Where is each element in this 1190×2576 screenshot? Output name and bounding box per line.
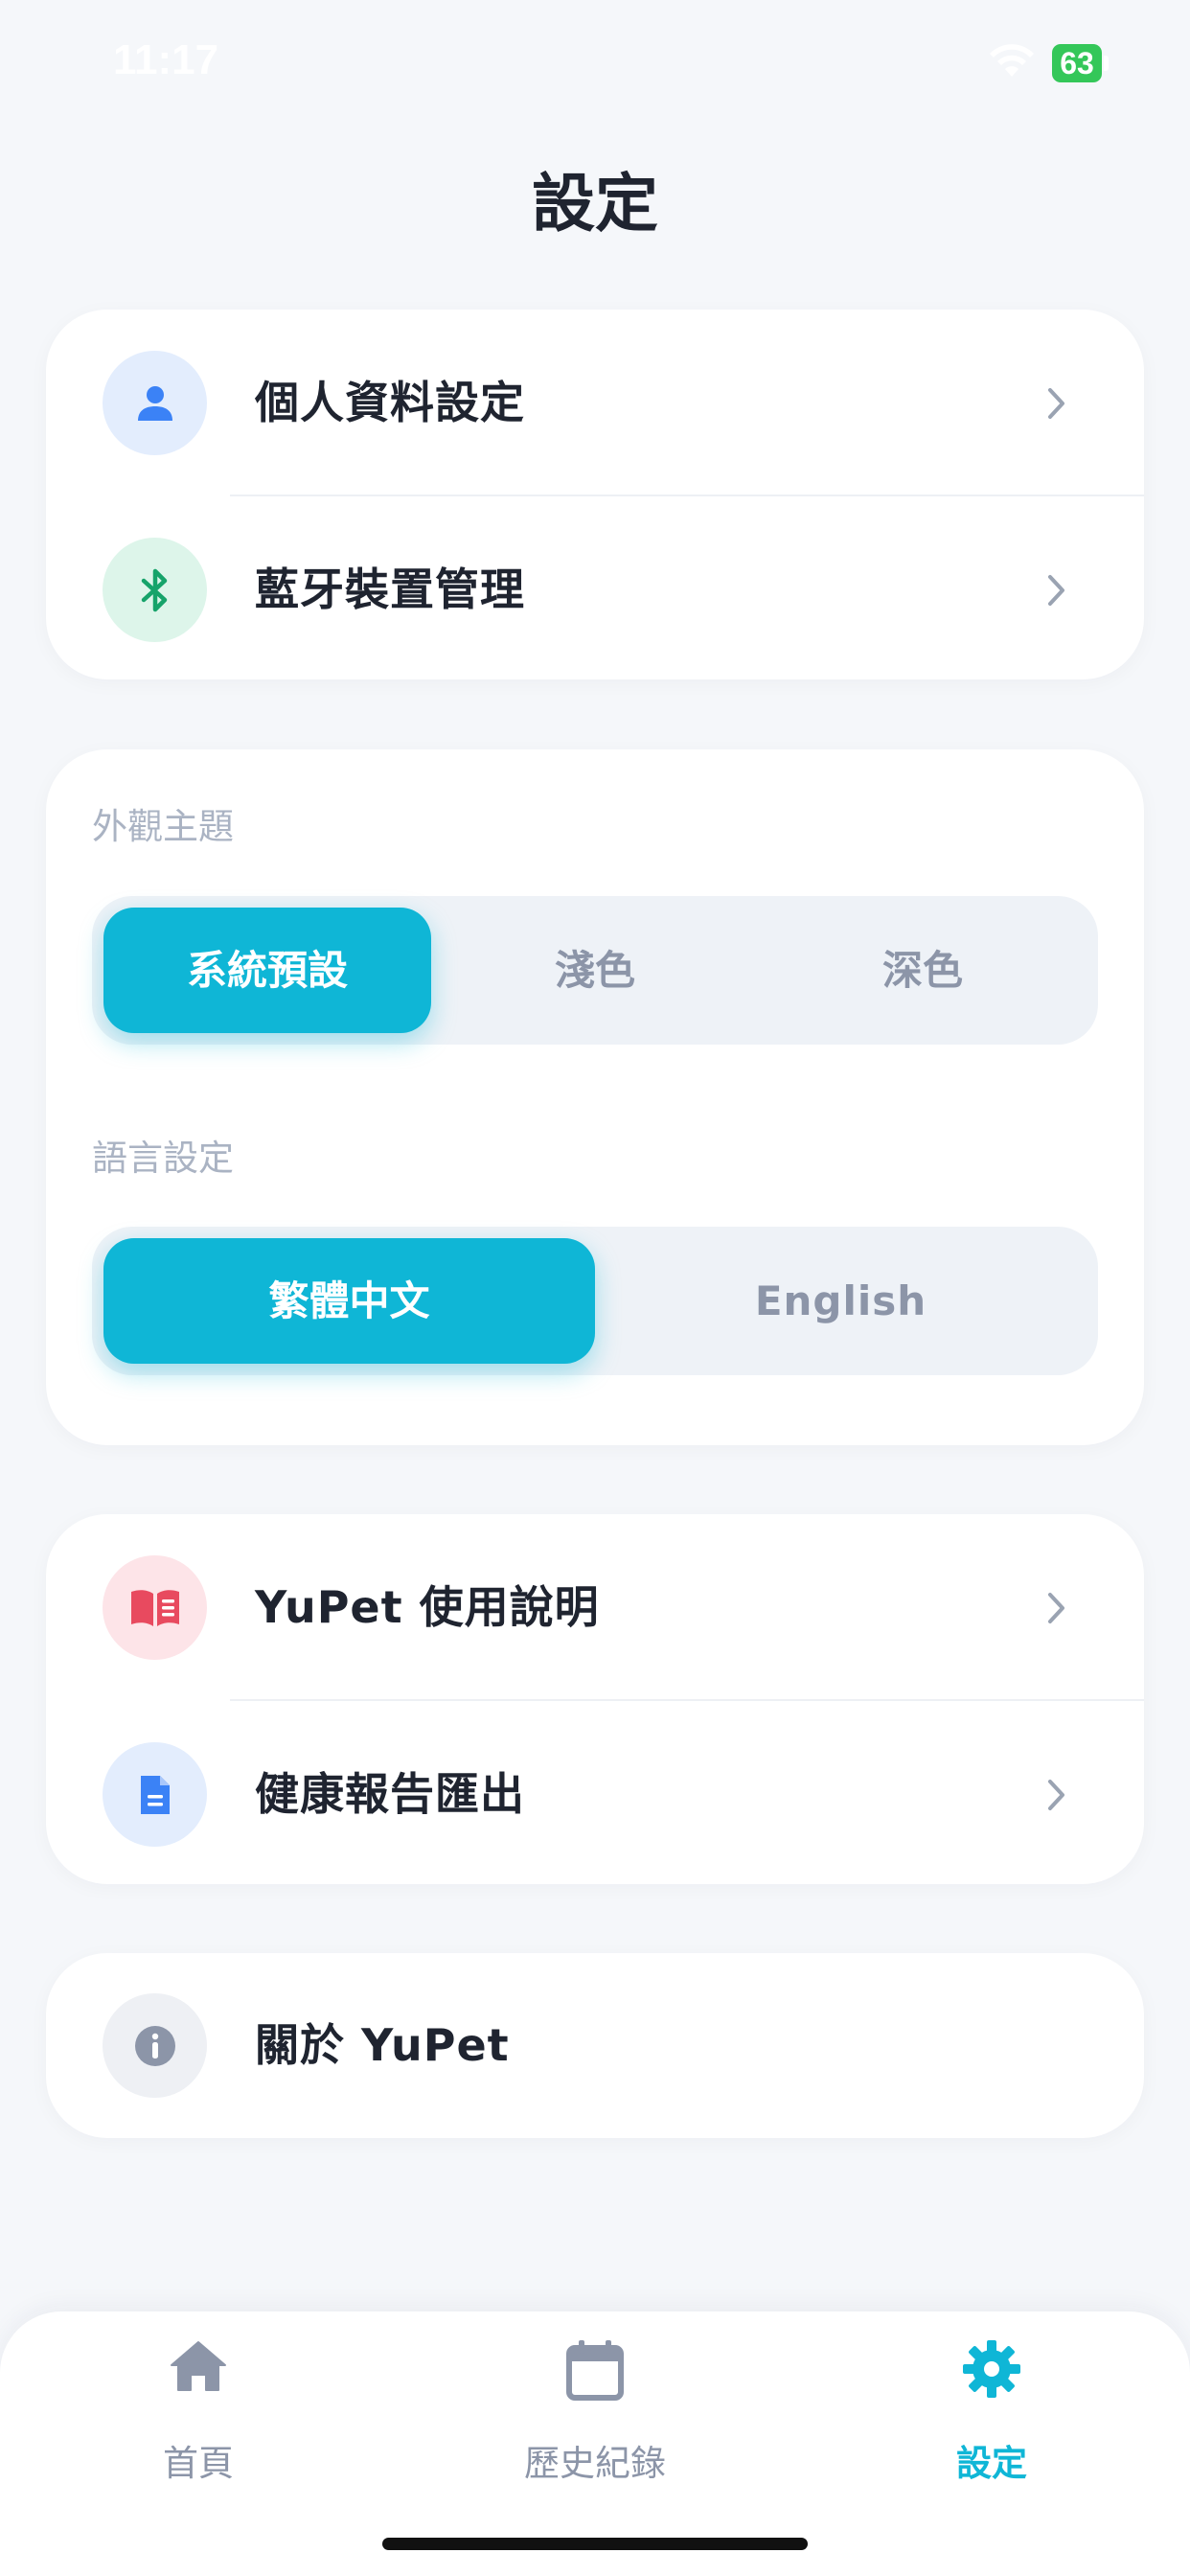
info-card: YuPet 使用說明 健康報告匯出 bbox=[46, 1514, 1144, 1884]
user-guide-label: YuPet 使用說明 bbox=[255, 1581, 600, 1633]
account-card: 個人資料設定 藍牙裝置管理 bbox=[46, 310, 1144, 679]
appearance-option-dark[interactable]: 深色 bbox=[759, 908, 1087, 1033]
chevron-right-icon bbox=[1048, 1593, 1064, 1623]
user-guide-row[interactable]: YuPet 使用說明 bbox=[46, 1514, 1144, 1701]
person-icon bbox=[137, 385, 172, 421]
appearance-option-light[interactable]: 淺色 bbox=[431, 908, 759, 1033]
bluetooth-icon-circle bbox=[103, 538, 207, 642]
profile-settings-label: 個人資料設定 bbox=[255, 377, 525, 428]
about-card: 關於 YuPet bbox=[46, 1953, 1144, 2138]
tab-home-label: 首頁 bbox=[163, 2443, 234, 2484]
language-section-label: 語言設定 bbox=[92, 1138, 234, 1179]
bluetooth-devices-label: 藍牙裝置管理 bbox=[255, 564, 525, 615]
chevron-right-icon bbox=[1048, 1780, 1064, 1810]
health-report-icon-circle bbox=[103, 1742, 207, 1847]
health-report-export-row[interactable]: 健康報告匯出 bbox=[46, 1701, 1144, 1888]
info-icon bbox=[134, 2025, 175, 2066]
tab-home[interactable]: 首頁 bbox=[55, 2338, 342, 2501]
language-option-english[interactable]: English bbox=[595, 1238, 1087, 1364]
battery-level: 63 bbox=[1052, 44, 1102, 82]
chevron-right-icon bbox=[1048, 575, 1064, 606]
tab-bar: 首頁 歷史紀錄 設定 bbox=[0, 2312, 1190, 2576]
home-icon bbox=[171, 2341, 226, 2391]
about-row[interactable]: 關於 YuPet bbox=[46, 1953, 1144, 2138]
language-segmented-control: 繁體中文 English bbox=[92, 1227, 1098, 1375]
language-option-traditional-chinese[interactable]: 繁體中文 bbox=[103, 1238, 595, 1364]
book-icon bbox=[130, 1589, 179, 1626]
tab-settings-label: 設定 bbox=[956, 2443, 1027, 2484]
appearance-section-label: 外觀主題 bbox=[92, 806, 234, 847]
page-title: 設定 bbox=[532, 167, 658, 241]
chevron-right-icon bbox=[1048, 388, 1064, 419]
bluetooth-devices-row[interactable]: 藍牙裝置管理 bbox=[46, 496, 1144, 683]
bluetooth-icon bbox=[141, 568, 167, 611]
preferences-card: 外觀主題 系統預設 淺色 深色 語言設定 繁體中文 English bbox=[46, 749, 1144, 1445]
user-guide-icon-circle bbox=[103, 1555, 207, 1660]
profile-settings-row[interactable]: 個人資料設定 bbox=[46, 310, 1144, 496]
profile-icon-circle bbox=[103, 351, 207, 455]
appearance-segmented-control: 系統預設 淺色 深色 bbox=[92, 896, 1098, 1045]
wifi-icon bbox=[990, 44, 1034, 77]
appearance-option-system[interactable]: 系統預設 bbox=[103, 908, 431, 1033]
gear-icon bbox=[963, 2340, 1020, 2398]
home-indicator bbox=[382, 2538, 808, 2550]
about-label: 關於 YuPet bbox=[255, 2019, 510, 2071]
tab-history-label: 歷史紀錄 bbox=[524, 2443, 666, 2484]
tab-history[interactable]: 歷史紀錄 bbox=[451, 2338, 739, 2501]
tab-settings[interactable]: 設定 bbox=[848, 2338, 1135, 2501]
calendar-icon bbox=[566, 2340, 624, 2401]
document-icon bbox=[140, 1775, 170, 1814]
health-report-export-label: 健康報告匯出 bbox=[255, 1768, 525, 1820]
status-bar: 11:17 63 bbox=[0, 0, 1190, 125]
about-icon-circle bbox=[103, 1993, 207, 2098]
battery-icon bbox=[1104, 56, 1109, 71]
status-time: 11:17 bbox=[113, 36, 219, 83]
